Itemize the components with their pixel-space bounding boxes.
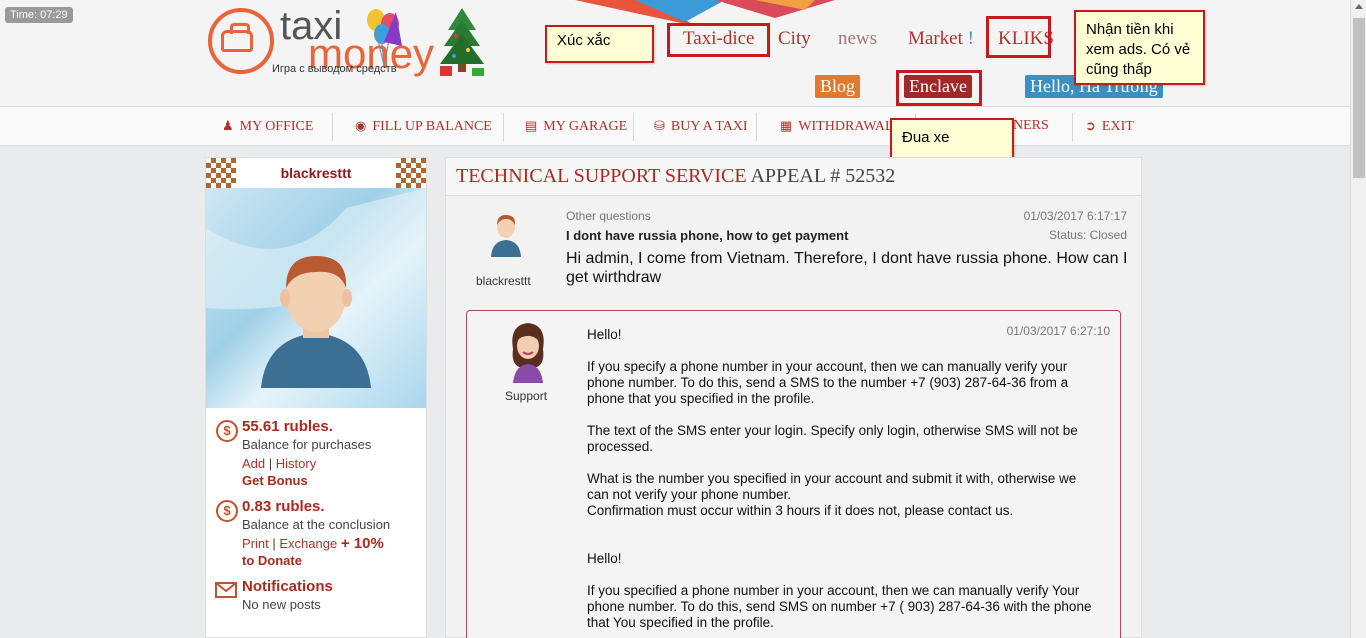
support-reply: Support 01/03/2017 6:27:10 Hello! If you…	[466, 310, 1121, 638]
page-title: TECHNICAL SUPPORT SERVICE APPEAL # 52532	[446, 158, 1141, 196]
ticket-category: Other questions	[566, 209, 651, 223]
notifications-section: Notifications No new posts	[206, 578, 426, 614]
highlight-taxi-dice	[667, 23, 770, 57]
history-link[interactable]: History	[276, 456, 316, 471]
reply-paragraph: The text of the SMS enter your login. Sp…	[587, 423, 1078, 454]
exchange-bonus: + 10%	[340, 535, 384, 552]
reply-paragraph: If you specified a phone number in your …	[587, 583, 1092, 630]
support-author: Support	[505, 389, 548, 403]
menu-withdrawals[interactable]: ▦ Withdrawals	[780, 107, 901, 145]
reply-paragraph: If you specify a phone number in your ac…	[587, 359, 1069, 406]
note-ads: Nhận tiền khi xem ads. Có vẻ cũng thấp	[1074, 10, 1205, 85]
profile-header: blackresttt	[206, 158, 426, 188]
add-funds-link[interactable]: Add	[242, 456, 265, 471]
nav-news[interactable]: news	[838, 28, 877, 50]
ticket-message: Hi admin, I come from Vietnam. Therefore…	[566, 250, 1128, 286]
menu-fill-up-balance[interactable]: ◉ Fill up balance	[355, 107, 492, 145]
link-separator: |	[268, 456, 273, 471]
market-exclamation: !	[967, 28, 974, 49]
nav-market-label: Market	[908, 28, 963, 49]
menu-exit[interactable]: ➲ Exit	[1085, 107, 1134, 145]
menu-partners[interactable]: ners	[1013, 107, 1049, 145]
highlight-kliks	[986, 16, 1051, 58]
menu-divider	[332, 113, 333, 141]
user-avatar-icon	[206, 188, 426, 388]
ticket-date: 01/03/2017 6:17:17	[1023, 209, 1127, 223]
purchase-amount: 55.61 rubles.	[242, 418, 333, 435]
ticket-status: Status: Closed	[1048, 228, 1127, 242]
menu-divider	[1072, 113, 1073, 141]
menu-buy-a-taxi[interactable]: ⛁ Buy a taxi	[654, 107, 748, 145]
reply-paragraph: Hello!	[587, 327, 622, 342]
car-icon: ⛁	[654, 118, 665, 133]
reply-paragraph: Confirmation must occur within 3 hours i…	[587, 503, 1014, 518]
conclusion-label: Balance at the conclusion	[242, 517, 391, 532]
ticket-icon: ▦	[780, 118, 793, 133]
balloons-icon	[367, 9, 402, 67]
ticket-author: blackresttt	[476, 274, 531, 288]
print-link[interactable]: Print	[242, 536, 269, 551]
conclusion-balance: $ 0.83 rubles. Balance at the conclusion…	[206, 498, 426, 568]
get-bonus-link[interactable]: Get Bonus	[242, 473, 426, 488]
highlight-enclave	[896, 70, 982, 106]
no-posts-label: No new posts	[242, 597, 321, 612]
checker-flag-icon	[206, 158, 236, 188]
reply-paragraph: Hello!	[587, 551, 622, 566]
scroll-thumb[interactable]	[1353, 18, 1365, 178]
envelope-icon	[215, 582, 237, 598]
exit-icon: ➲	[1085, 118, 1096, 133]
user-small-avatar-icon	[491, 215, 521, 257]
profile-username[interactable]: blackresttt	[281, 165, 352, 181]
donate-link[interactable]: to Donate	[242, 553, 426, 568]
menu-label: Withdrawals	[798, 119, 902, 134]
menu-label: Buy a taxi	[670, 119, 748, 134]
nav-market[interactable]: Market !	[908, 28, 974, 50]
page-scrollbar[interactable]	[1350, 0, 1366, 638]
checker-flag-icon	[396, 158, 426, 188]
main-menu: ♟ My office ◉ Fill up balance ▤ My garage ⛁…	[0, 106, 1350, 146]
coin-icon: ◉	[355, 118, 367, 133]
scroll-up-icon[interactable]	[1355, 4, 1363, 9]
purchase-balance: $ 55.61 rubles. Balance for purchases Ad…	[206, 418, 426, 488]
menu-my-office[interactable]: ♟ My office	[222, 107, 313, 145]
christmas-tree-icon	[440, 8, 484, 76]
blog-button[interactable]: Blog	[815, 75, 861, 98]
title-appeal: APPEAL # 52532	[750, 165, 896, 187]
menu-label: Fill up balance	[372, 119, 492, 134]
menu-divider	[503, 113, 504, 141]
coin-icon: $	[216, 420, 238, 442]
menu-my-garage[interactable]: ▤ My garage	[525, 107, 627, 145]
taxi-car-icon	[221, 23, 253, 52]
avatar[interactable]	[206, 188, 426, 408]
reply-message: Hello! If you specify a phone number in …	[587, 327, 1092, 638]
card-icon: ▤	[525, 118, 538, 133]
person-icon: ♟	[222, 118, 234, 133]
exchange-link[interactable]: Exchange	[279, 536, 337, 551]
link-separator: |	[272, 536, 276, 551]
support-ticket-panel: TECHNICAL SUPPORT SERVICE APPEAL # 52532…	[445, 157, 1142, 638]
ticket-subject: I dont have russia phone, how to get pay…	[566, 228, 849, 243]
title-service: TECHNICAL SUPPORT SERVICE	[456, 165, 747, 187]
purchase-label: Balance for purchases	[242, 437, 372, 452]
menu-label: My office	[239, 119, 314, 134]
menu-divider	[756, 113, 757, 141]
nav-city[interactable]: City	[778, 28, 811, 50]
notifications-heading[interactable]: Notifications	[242, 578, 426, 595]
session-timer: Time: 07:29	[5, 7, 73, 23]
support-agent-avatar-icon	[512, 323, 544, 383]
coin-icon: $	[216, 500, 238, 522]
conclusion-amount: 0.83 rubles.	[242, 498, 325, 515]
menu-label: My garage	[543, 119, 628, 134]
menu-divider	[633, 113, 634, 141]
menu-label: Exit	[1101, 119, 1134, 134]
note-dice: Xúc xắc	[545, 25, 654, 63]
profile-sidebar: blackresttt $ 55.61 rubles. Balance for …	[205, 157, 427, 638]
reply-paragraph: What is the number you specified in your…	[587, 471, 1077, 502]
site-header: taxi money Игра с выводом средств Taxi-d…	[0, 0, 1350, 106]
